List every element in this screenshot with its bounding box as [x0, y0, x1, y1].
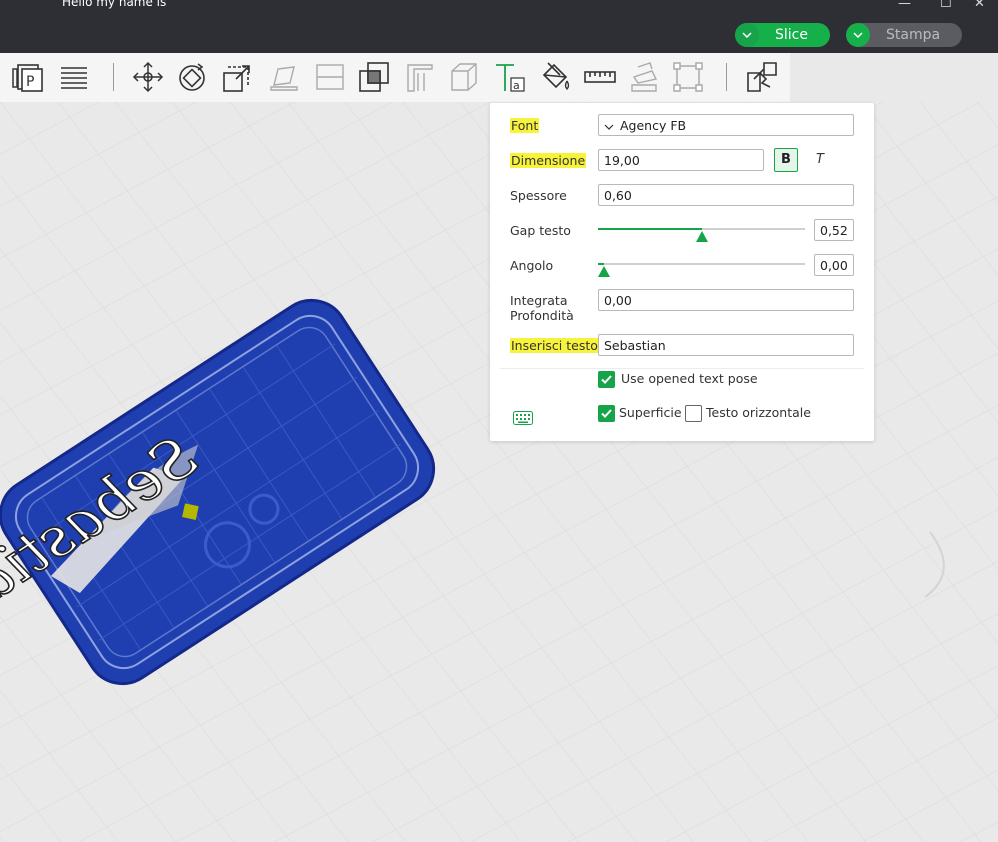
maximize-icon[interactable]: ☐	[940, 0, 952, 11]
arrange-icon[interactable]	[672, 61, 704, 93]
top-bar: Slice Stampa	[0, 16, 998, 53]
paint-icon[interactable]	[540, 61, 572, 93]
minimize-icon[interactable]: —	[898, 0, 911, 11]
toolbar-divider	[113, 63, 114, 91]
text-input-label: Inserisci testo	[510, 338, 599, 353]
italic-button[interactable]: T	[816, 152, 824, 167]
divider	[500, 368, 864, 369]
cut-icon[interactable]	[314, 61, 346, 93]
keyboard-icon[interactable]	[513, 410, 533, 425]
depth-label-line1: Integrata	[510, 293, 568, 308]
chevron-down-icon[interactable]	[735, 23, 759, 47]
svg-text:a: a	[513, 79, 520, 92]
thickness-label: Spessore	[510, 188, 567, 203]
surface-label: Superficie	[619, 405, 682, 420]
bold-button[interactable]: B	[774, 148, 798, 172]
angle-value-input[interactable]: 0,00	[814, 254, 854, 276]
title-bar: Hello my name is — ☐ ✕	[0, 0, 998, 16]
size-label: Dimensione	[510, 153, 587, 168]
depth-input[interactable]: 0,00	[598, 289, 854, 311]
angle-slider-fill	[598, 263, 604, 265]
surface-checkbox[interactable]	[598, 405, 615, 422]
thickness-input[interactable]: 0,60	[598, 184, 854, 206]
measure-icon[interactable]	[584, 61, 616, 93]
font-value: Agency FB	[620, 118, 687, 133]
depth-label-line2: Profondità	[510, 308, 574, 323]
angle-slider-handle[interactable]	[598, 266, 610, 277]
place-face-icon[interactable]	[268, 61, 300, 93]
size-input[interactable]: 19,00	[598, 149, 764, 171]
chevron-down-icon	[604, 124, 614, 130]
use-opened-pose-checkbox[interactable]	[598, 371, 615, 388]
text-properties-panel: Font Agency FB Dimensione 19,00 B T Spes…	[490, 103, 874, 441]
horizontal-text-checkbox[interactable]	[685, 405, 702, 422]
seam-icon[interactable]	[448, 61, 480, 93]
checkmark-icon	[601, 375, 612, 384]
split-icon[interactable]	[746, 61, 778, 93]
gap-label: Gap testo	[510, 223, 571, 238]
angle-slider-track[interactable]	[598, 263, 805, 265]
text-input[interactable]: Sebastian	[598, 334, 854, 356]
plate-icon[interactable]: P	[14, 61, 46, 93]
gap-value-input[interactable]: 0,52	[814, 219, 854, 241]
toolbar-divider	[726, 63, 727, 91]
font-label: Font	[510, 118, 540, 133]
assemble-icon[interactable]	[628, 61, 660, 93]
boolean-icon[interactable]	[358, 61, 390, 93]
print-label: Stampa	[886, 27, 941, 43]
chevron-down-icon[interactable]	[846, 23, 870, 47]
text-icon[interactable]: a	[494, 61, 526, 93]
depth-label: Integrata Profondità	[510, 293, 574, 323]
gap-slider-handle[interactable]	[696, 231, 708, 242]
rotate-icon[interactable]	[176, 61, 208, 93]
angle-label: Angolo	[510, 258, 554, 273]
slice-label: Slice	[775, 27, 808, 43]
use-opened-pose-label: Use opened text pose	[621, 371, 758, 386]
gap-slider-fill	[598, 228, 702, 230]
slice-button[interactable]: Slice	[735, 23, 830, 47]
font-select[interactable]: Agency FB	[598, 114, 854, 136]
print-button[interactable]: Stampa	[846, 23, 962, 47]
move-icon[interactable]	[132, 61, 164, 93]
page-icon[interactable]	[0, 61, 18, 93]
window-title: Hello my name is	[62, 0, 167, 9]
scale-icon[interactable]	[222, 61, 254, 93]
checkmark-icon	[601, 409, 612, 418]
svg-text:P: P	[26, 74, 34, 90]
close-icon[interactable]: ✕	[974, 0, 985, 11]
toolbar: P a	[0, 53, 790, 102]
layers-icon[interactable]	[58, 61, 90, 93]
support-icon[interactable]	[404, 61, 436, 93]
horizontal-text-label: Testo orizzontale	[706, 405, 811, 420]
